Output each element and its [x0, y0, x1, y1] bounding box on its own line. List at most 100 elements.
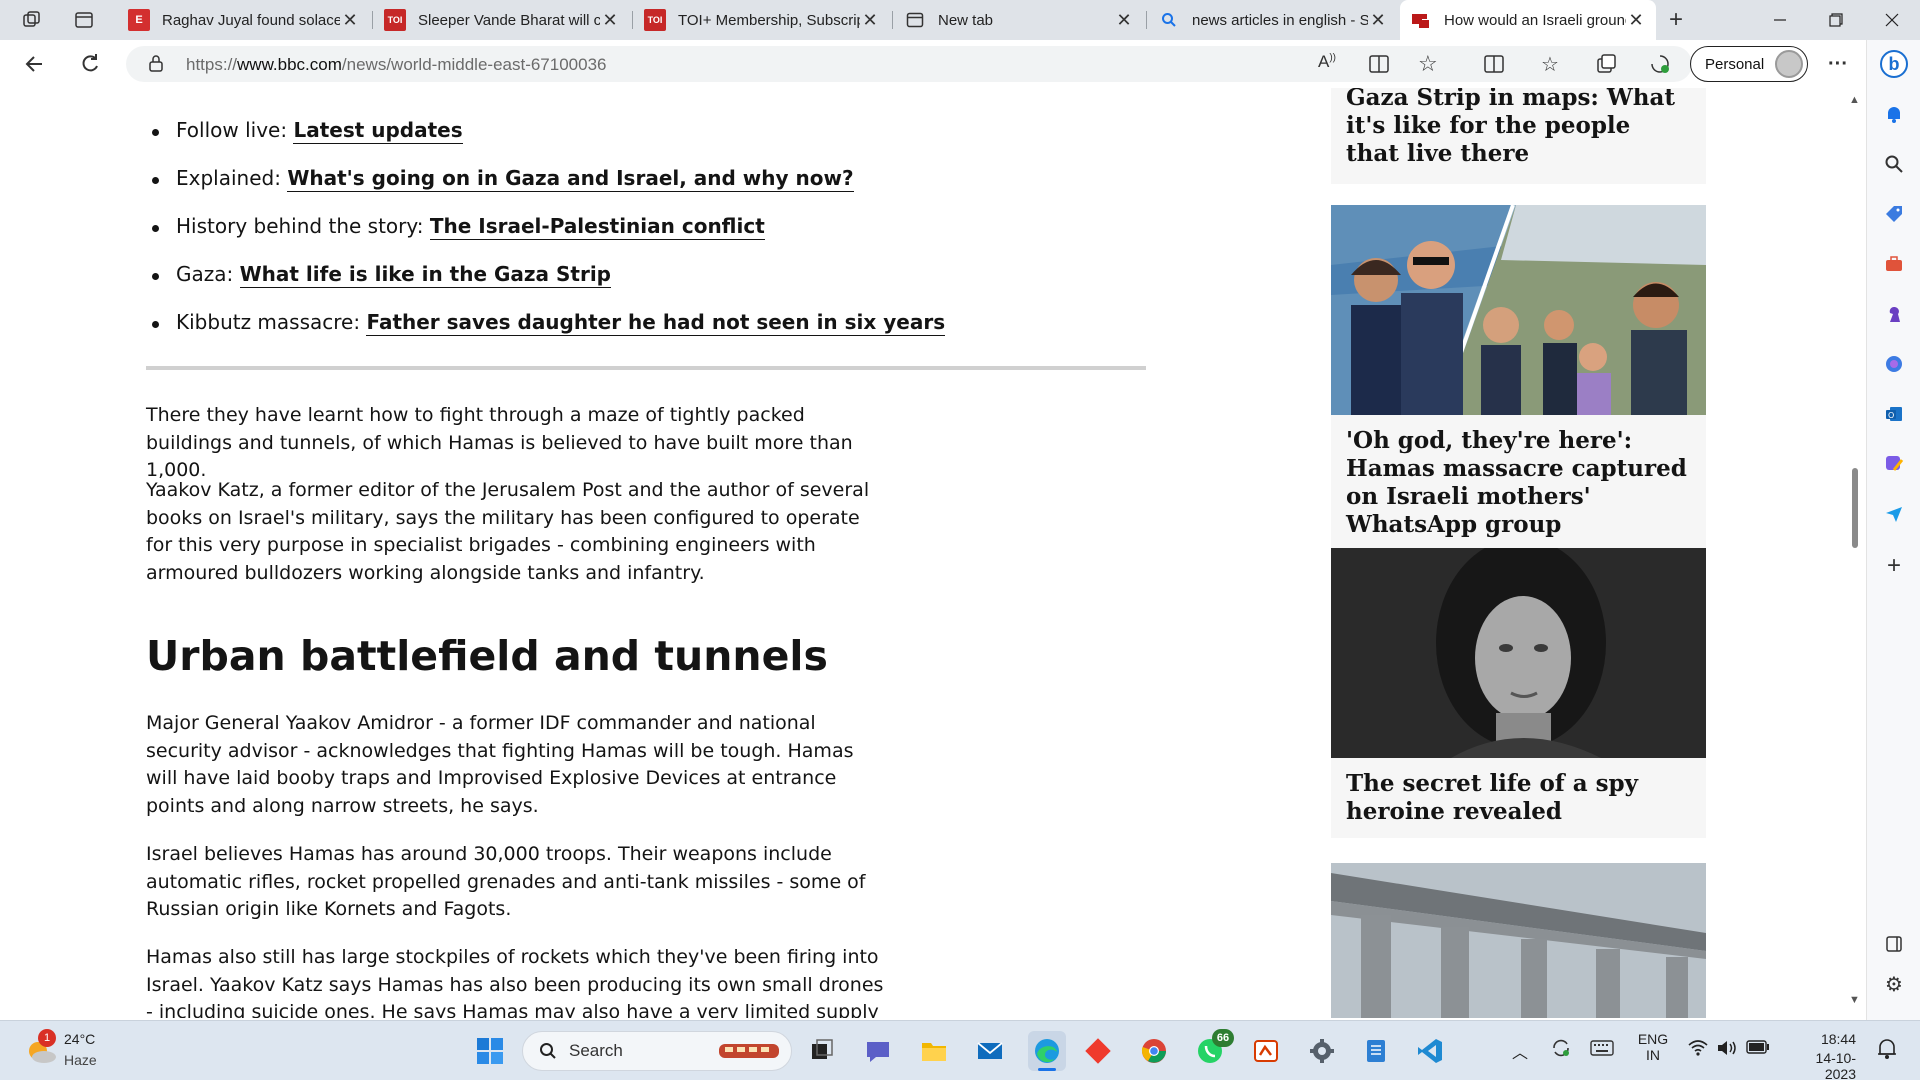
search-icon [540, 1043, 556, 1059]
language-indicator[interactable]: ENG IN [1636, 1031, 1670, 1063]
close-tab-icon[interactable]: ✕ [1114, 10, 1134, 31]
new-tab-plus-icon[interactable]: + [1664, 6, 1688, 33]
taskbar-search-box[interactable]: Search [522, 1031, 792, 1071]
wifi-icon[interactable] [1688, 1039, 1708, 1060]
list-item: Explained: What's going on in Gaza and I… [146, 166, 1146, 214]
paragraph: Hamas also still has large stockpiles of… [146, 946, 884, 1018]
tab-sleeper-vande-bharat[interactable]: TOI Sleeper Vande Bharat will come ✕ [374, 0, 630, 40]
edge-browser-icon[interactable] [1028, 1031, 1066, 1071]
collections-icon[interactable] [1590, 49, 1622, 79]
anydesk-icon[interactable] [1082, 1035, 1114, 1067]
notepad-icon[interactable] [1360, 1035, 1392, 1067]
promo-card-whatsapp[interactable]: 'Oh god, they're here': Hamas massacre c… [1331, 205, 1706, 551]
link-kibbutz[interactable]: Father saves daughter he had not seen in… [366, 310, 946, 336]
close-tab-icon[interactable]: ✕ [600, 10, 620, 31]
outlook-icon[interactable]: O [1880, 400, 1908, 428]
profile-button[interactable]: Personal [1690, 46, 1808, 82]
shopping-tag-icon[interactable] [1880, 200, 1908, 228]
restore-icon[interactable] [1808, 0, 1864, 40]
keyboard-icon[interactable] [1590, 1038, 1614, 1061]
read-aloud-icon[interactable]: A)) [1318, 52, 1336, 72]
tab-toi-membership[interactable]: TOI TOI+ Membership, Subscription ✕ [634, 0, 890, 40]
refresh-icon[interactable] [74, 49, 106, 79]
tab-title: news articles in english - Search [1192, 11, 1368, 29]
file-explorer-icon[interactable] [918, 1035, 950, 1067]
scrollbar-thumb[interactable] [1852, 468, 1858, 548]
tab-bbc-article-active[interactable]: How would an Israeli ground inva ✕ [1400, 0, 1656, 40]
browser-essentials-icon[interactable] [1644, 49, 1676, 79]
battery-icon[interactable] [1746, 1040, 1770, 1057]
list-item: Kibbutz massacre: Father saves daughter … [146, 310, 1146, 358]
link-history[interactable]: The Israel-Palestinian conflict [429, 214, 765, 240]
office-app-icon[interactable] [1250, 1035, 1282, 1067]
send-icon[interactable] [1880, 500, 1908, 528]
microsoft-365-icon[interactable] [1880, 350, 1908, 378]
designer-icon[interactable] [1880, 450, 1908, 478]
task-view-icon[interactable] [806, 1035, 838, 1067]
vertical-scrollbar[interactable]: ▲ ▼ [1846, 88, 1864, 1018]
more-options-icon[interactable]: ··· [1822, 49, 1854, 79]
notification-bell-icon[interactable] [1876, 1037, 1898, 1064]
article-content: Follow live: Latest updates Explained: W… [0, 88, 1846, 1018]
avatar [1775, 50, 1803, 78]
favorite-star-icon[interactable]: ☆ [1418, 51, 1438, 77]
portrait-photo [1331, 548, 1706, 758]
teams-chat-icon[interactable] [862, 1035, 894, 1067]
tab-favicon: TOI [644, 9, 666, 31]
family-photo [1331, 205, 1706, 415]
favorites-icon[interactable]: ☆ [1534, 49, 1566, 79]
settings-gear-icon[interactable]: ⚙ [1880, 970, 1908, 998]
workspaces-icon[interactable] [20, 8, 44, 32]
scroll-up-arrow-icon[interactable]: ▲ [1849, 94, 1860, 106]
search-placeholder: Search [569, 1041, 623, 1060]
mail-icon[interactable] [974, 1035, 1006, 1067]
tab-actions-icon[interactable] [72, 8, 96, 32]
settings-gear-icon[interactable] [1306, 1035, 1338, 1067]
immersive-reader-icon[interactable] [1368, 53, 1390, 80]
tray-overflow-chevron-icon[interactable]: ︿ [1512, 1039, 1528, 1063]
close-window-icon[interactable] [1864, 0, 1920, 40]
sync-icon[interactable] [1550, 1037, 1572, 1062]
copilot-icon[interactable]: b [1880, 50, 1908, 78]
split-screen-icon[interactable] [1478, 49, 1510, 79]
minimize-icon[interactable] [1752, 0, 1808, 40]
clock[interactable]: 18:44 14-10-2023 [1786, 1031, 1856, 1082]
promo-card-spy-heroine[interactable]: The secret life of a spy heroine reveale… [1331, 548, 1706, 838]
weather-temp: 24°C [64, 1031, 96, 1047]
games-chess-icon[interactable] [1880, 300, 1908, 328]
vscode-icon[interactable] [1414, 1035, 1446, 1067]
promo-caption: 'Oh god, they're here': Hamas massacre c… [1346, 427, 1687, 538]
promo-card-gaza-maps[interactable]: Gaza Strip in maps: What it's like for t… [1331, 88, 1706, 184]
link-explained[interactable]: What's going on in Gaza and Israel, and … [287, 166, 854, 192]
section-heading: Urban battlefield and tunnels [146, 632, 828, 680]
close-tab-icon[interactable]: ✕ [860, 10, 880, 31]
scroll-down-arrow-icon[interactable]: ▼ [1849, 994, 1860, 1006]
lock-icon[interactable] [148, 54, 164, 77]
close-tab-icon[interactable]: ✕ [1626, 10, 1646, 31]
chrome-icon[interactable] [1138, 1035, 1170, 1067]
weather-icon[interactable]: 1 [24, 1029, 58, 1067]
whatsapp-icon[interactable]: 66 [1194, 1029, 1234, 1067]
link-latest-updates[interactable]: Latest updates [293, 118, 463, 144]
clock-time: 18:44 [1820, 1031, 1856, 1047]
close-tab-icon[interactable]: ✕ [340, 10, 360, 31]
address-bar[interactable]: https://www.bbc.com/news/world-middle-ea… [126, 46, 1692, 82]
list-item: History behind the story: The Israel-Pal… [146, 214, 1146, 262]
link-gaza-life[interactable]: What life is like in the Gaza Strip [239, 262, 611, 288]
tools-briefcase-icon[interactable] [1880, 250, 1908, 278]
divider [146, 366, 1146, 370]
close-tab-icon[interactable]: ✕ [1368, 10, 1388, 31]
tab-search-results[interactable]: news articles in english - Search ✕ [1148, 0, 1398, 40]
list-item: Gaza: What life is like in the Gaza Stri… [146, 262, 1146, 310]
add-plus-icon[interactable]: + [1880, 552, 1908, 580]
bell-icon[interactable] [1880, 100, 1908, 128]
tab-raghav-juyal[interactable]: E Raghav Juyal found solace in a Q ✕ [118, 0, 370, 40]
volume-icon[interactable] [1716, 1039, 1738, 1060]
start-windows-icon[interactable] [474, 1035, 506, 1067]
tab-new-tab[interactable]: New tab ✕ [894, 0, 1144, 40]
search-icon[interactable] [1880, 150, 1908, 178]
sidebar-toggle-icon[interactable] [1880, 930, 1908, 958]
promo-card-bridge[interactable] [1331, 863, 1706, 1018]
url-text: https://www.bbc.com/news/world-middle-ea… [186, 55, 607, 74]
back-icon[interactable] [18, 49, 50, 79]
